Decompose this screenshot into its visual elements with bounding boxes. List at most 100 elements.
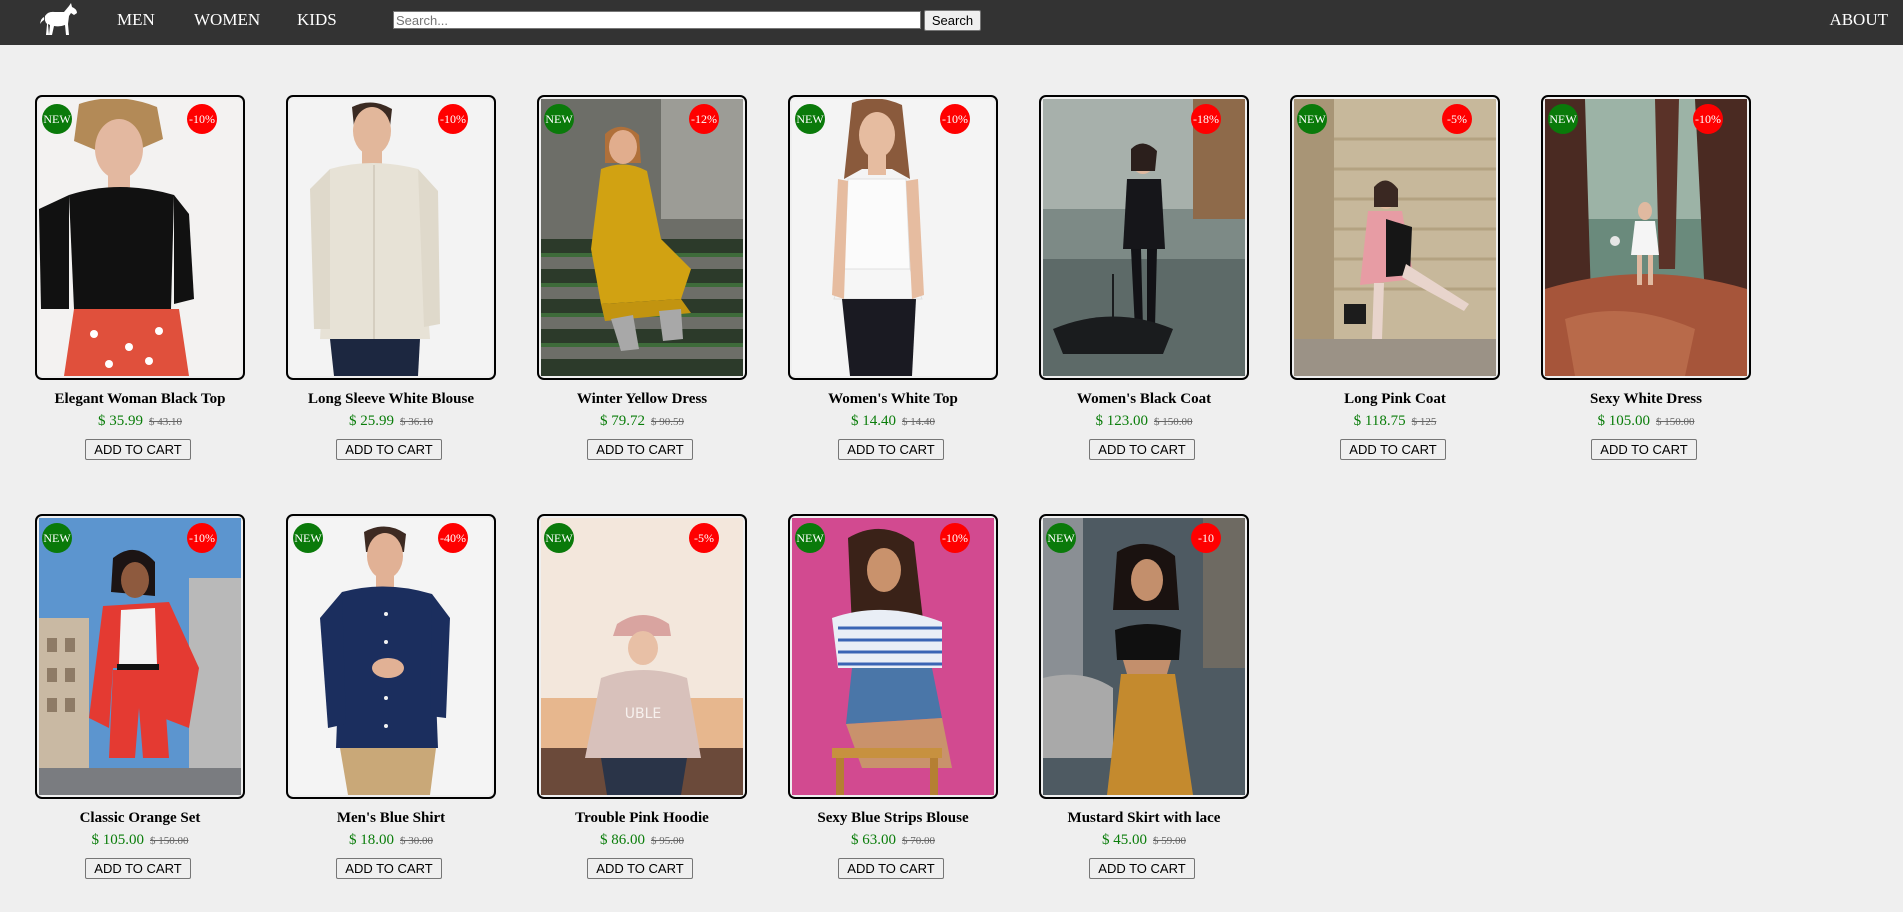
product-photo[interactable] — [39, 99, 241, 376]
product-photo[interactable] — [1545, 99, 1747, 376]
product-image-frame[interactable]: -18% — [1039, 95, 1249, 380]
product-image-frame[interactable]: -10% — [286, 95, 496, 380]
product-card: NEW -10 Mustard Skirt with lace $ 45.00 … — [1039, 514, 1249, 889]
product-photo[interactable] — [1294, 99, 1496, 376]
product-card: UBLE NEW -5% Trouble Pink Hoodie $ 86.00… — [537, 514, 747, 889]
nav-about-link[interactable]: ABOUT — [1829, 10, 1888, 30]
product-old-price: $ 95.00 — [651, 835, 684, 847]
product-card: NEW -40% Men's Blue Shirt $ 18.00 $ 30.0… — [286, 514, 496, 889]
discount-badge: -10% — [187, 104, 217, 134]
product-price: $ 14.40 — [851, 413, 896, 429]
product-old-price: $ 36.10 — [400, 416, 433, 428]
add-to-cart-button[interactable]: ADD TO CART — [838, 858, 944, 879]
product-image-frame[interactable]: UBLE NEW -5% — [537, 514, 747, 799]
new-badge: NEW — [42, 523, 72, 553]
product-name: Women's Black Coat — [1076, 391, 1212, 407]
search-input[interactable] — [393, 11, 921, 29]
product-image-frame[interactable]: NEW -10% — [788, 514, 998, 799]
product-image-frame[interactable]: NEW -12% — [537, 95, 747, 380]
product-old-price: $ 90.59 — [651, 416, 684, 428]
new-badge: NEW — [544, 104, 574, 134]
product-photo[interactable] — [792, 99, 994, 376]
nav-kids-link[interactable]: KIDS — [297, 10, 337, 30]
product-price: $ 105.00 — [1597, 413, 1651, 429]
product-price: $ 25.99 — [349, 413, 394, 429]
add-to-cart-button[interactable]: ADD TO CART — [336, 439, 442, 460]
new-badge: NEW — [42, 104, 72, 134]
product-name: Classic Orange Set — [79, 810, 201, 826]
product-old-price: $ 150.00 — [1154, 416, 1193, 428]
product-name: Men's Blue Shirt — [336, 810, 446, 826]
add-to-cart-button[interactable]: ADD TO CART — [1089, 439, 1195, 460]
price-row: $ 18.00 $ 30.00 — [286, 831, 496, 849]
product-image-frame[interactable]: NEW -10% — [1541, 95, 1751, 380]
discount-badge: -18% — [1191, 104, 1221, 134]
product-old-price: $ 30.00 — [400, 835, 433, 847]
new-badge: NEW — [544, 523, 574, 553]
product-price: $ 35.99 — [98, 413, 143, 429]
product-image-frame[interactable]: NEW -10% — [35, 514, 245, 799]
add-to-cart-button[interactable]: ADD TO CART — [336, 858, 442, 879]
horse-logo-icon[interactable] — [38, 2, 80, 38]
new-badge: NEW — [795, 523, 825, 553]
add-to-cart-button[interactable]: ADD TO CART — [838, 439, 944, 460]
product-price: $ 118.75 — [1353, 413, 1406, 429]
add-to-cart-button[interactable]: ADD TO CART — [85, 439, 191, 460]
product-photo[interactable]: UBLE — [541, 518, 743, 795]
new-badge: NEW — [1548, 104, 1578, 134]
add-to-cart-button[interactable]: ADD TO CART — [85, 858, 191, 879]
product-price: $ 86.00 — [600, 832, 645, 848]
product-old-price: $ 43.10 — [149, 416, 182, 428]
product-card: NEW -10% Women's White Top $ 14.40 $ 14.… — [788, 95, 998, 470]
product-card: NEW -5% Long Pink Coat $ 118.75 $ 125 AD… — [1290, 95, 1500, 470]
price-row: $ 79.72 $ 90.59 — [537, 412, 747, 430]
discount-badge: -10 — [1191, 523, 1221, 553]
price-row: $ 14.40 $ 14.40 — [788, 412, 998, 430]
discount-badge: -12% — [689, 104, 719, 134]
top-navigation-bar: MEN WOMEN KIDS Search ABOUT — [0, 0, 1903, 45]
product-price: $ 79.72 — [600, 413, 645, 429]
product-old-price: $ 150.00 — [1656, 416, 1695, 428]
product-photo[interactable] — [290, 518, 492, 795]
product-name: Mustard Skirt with lace — [1067, 810, 1221, 826]
product-card: -18% Women's Black Coat $ 123.00 $ 150.0… — [1039, 95, 1249, 470]
product-price: $ 105.00 — [91, 832, 145, 848]
price-row: $ 86.00 $ 95.00 — [537, 831, 747, 849]
discount-badge: -40% — [438, 523, 468, 553]
add-to-cart-button[interactable]: ADD TO CART — [1591, 439, 1697, 460]
product-photo[interactable] — [39, 518, 241, 795]
product-photo[interactable] — [290, 99, 492, 376]
product-image-frame[interactable]: NEW -40% — [286, 514, 496, 799]
nav-men-link[interactable]: MEN — [117, 10, 155, 30]
product-card: NEW -10% Sexy Blue Strips Blouse $ 63.00… — [788, 514, 998, 889]
product-image-frame[interactable]: NEW -10% — [35, 95, 245, 380]
product-name: Long Pink Coat — [1344, 391, 1446, 407]
product-name: Long Sleeve White Blouse — [308, 391, 474, 407]
product-image-frame[interactable]: NEW -10 — [1039, 514, 1249, 799]
product-card: NEW -10% Classic Orange Set $ 105.00 $ 1… — [35, 514, 245, 889]
product-price: $ 45.00 — [1102, 832, 1147, 848]
nav-women-link[interactable]: WOMEN — [194, 10, 260, 30]
product-name: Women's White Top — [828, 391, 958, 407]
svg-text:UBLE: UBLE — [625, 706, 662, 722]
add-to-cart-button[interactable]: ADD TO CART — [587, 858, 693, 879]
product-photo[interactable] — [1043, 518, 1245, 795]
new-badge: NEW — [1297, 104, 1327, 134]
add-to-cart-button[interactable]: ADD TO CART — [587, 439, 693, 460]
discount-badge: -10% — [940, 523, 970, 553]
product-old-price: $ 150.00 — [150, 835, 189, 847]
search-button[interactable]: Search — [924, 10, 981, 31]
product-name: Elegant Woman Black Top — [54, 391, 226, 407]
add-to-cart-button[interactable]: ADD TO CART — [1340, 439, 1446, 460]
price-row: $ 123.00 $ 150.00 — [1039, 412, 1249, 430]
product-photo[interactable] — [1043, 99, 1245, 376]
product-price: $ 63.00 — [851, 832, 896, 848]
discount-badge: -10% — [1693, 104, 1723, 134]
product-image-frame[interactable]: NEW -10% — [788, 95, 998, 380]
product-photo[interactable] — [792, 518, 994, 795]
add-to-cart-button[interactable]: ADD TO CART — [1089, 858, 1195, 879]
product-old-price: $ 14.40 — [902, 416, 935, 428]
product-image-frame[interactable]: NEW -5% — [1290, 95, 1500, 380]
product-photo[interactable] — [541, 99, 743, 376]
product-name: Sexy White Dress — [1590, 391, 1702, 407]
